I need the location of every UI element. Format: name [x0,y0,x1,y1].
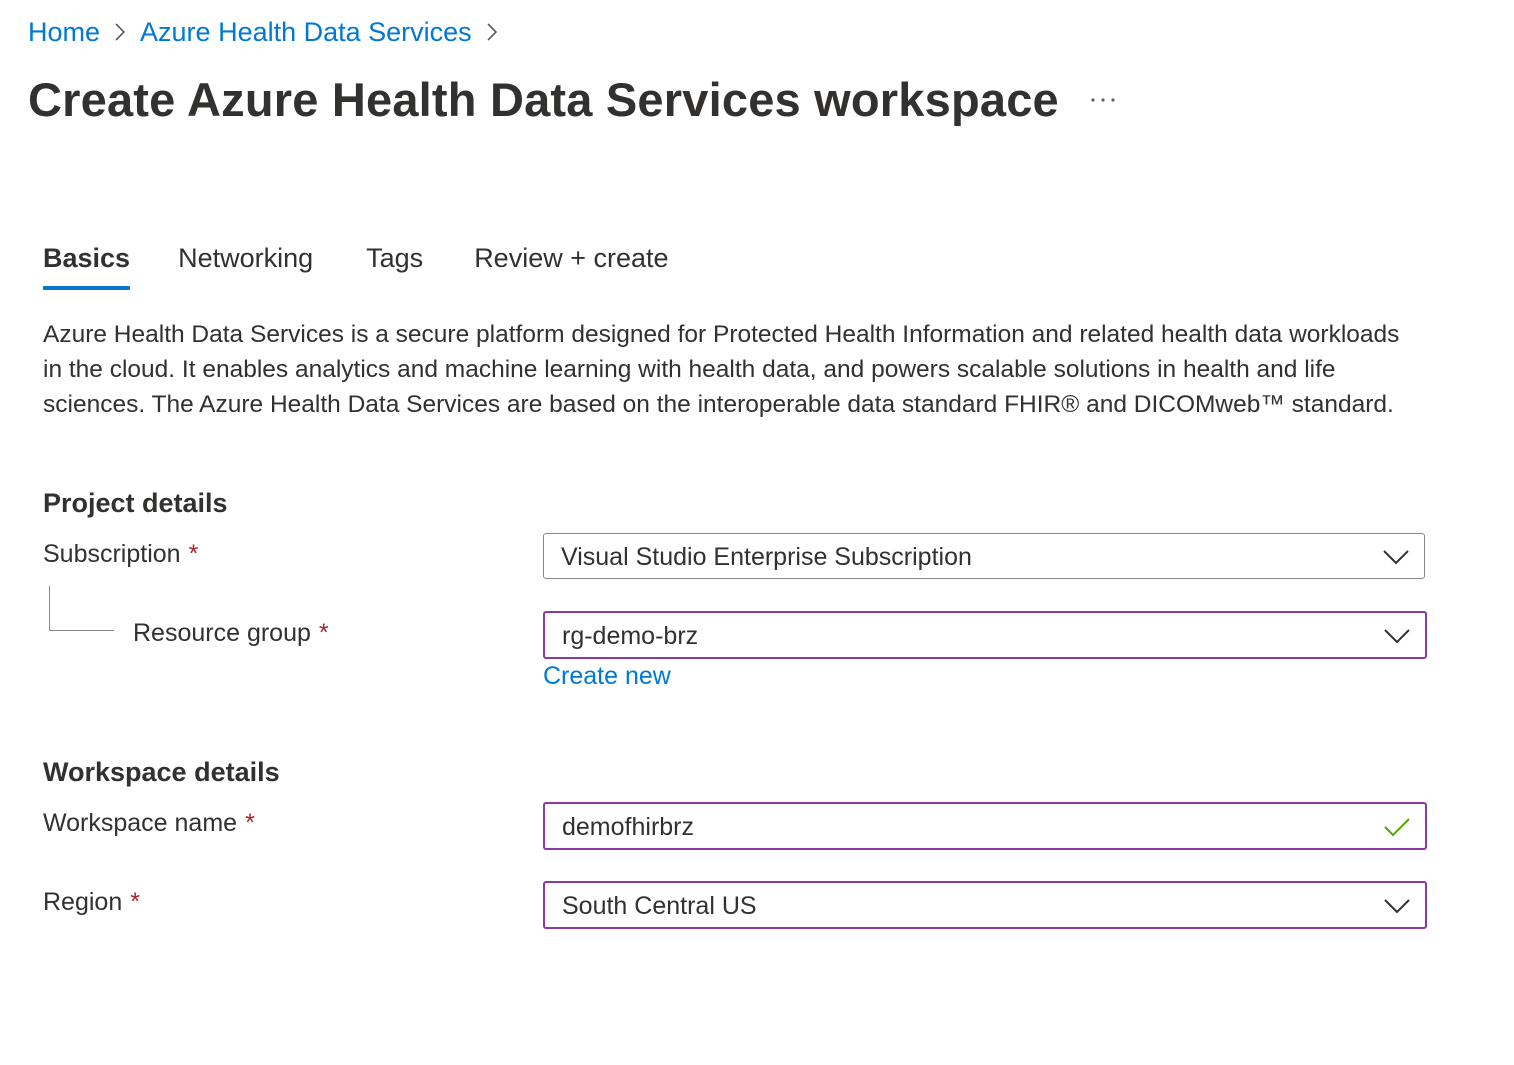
chevron-down-icon [1380,542,1412,572]
tab-tags[interactable]: Tags [366,236,423,282]
resource-group-label-text: Resource group [133,619,311,647]
workspace-name-label-text: Workspace name [43,809,238,837]
subscription-value: Visual Studio Enterprise Subscription [561,543,972,571]
required-indicator: * [188,540,199,568]
region-dropdown[interactable]: South Central US [543,881,1427,929]
workspace-name-field[interactable]: demofhirbrz [543,802,1427,850]
workspace-name-value[interactable]: demofhirbrz [562,804,694,848]
ellipsis-icon [1091,98,1115,102]
tab-review-create[interactable]: Review + create [474,236,668,282]
workspace-details-heading: Workspace details [43,757,280,787]
breadcrumb-ahds-link[interactable]: Azure Health Data Services [140,17,472,48]
project-details-heading: Project details [43,488,228,518]
page-title: Create Azure Health Data Services worksp… [28,72,1059,126]
intro-description: Azure Health Data Services is a secure p… [43,321,1400,418]
resource-group-label: Resource group * [133,619,329,648]
hierarchy-connector-line [49,586,114,631]
more-options-button[interactable] [1060,82,1146,118]
resource-group-value: rg-demo-brz [562,622,699,650]
chevron-right-icon [100,14,140,50]
tab-basics[interactable]: Basics [43,236,131,290]
tab-bar: Basics Networking Tags Review + create [43,236,669,294]
region-value: South Central US [562,892,757,920]
required-indicator: * [245,809,255,837]
chevron-right-icon [472,14,512,50]
create-workspace-page: Home Azure Health Data Services Create A… [0,0,1514,1065]
checkmark-icon [1381,812,1413,842]
required-indicator: * [318,619,329,647]
subscription-label: Subscription * [43,540,198,569]
breadcrumb: Home Azure Health Data Services [28,14,512,50]
region-label: Region * [43,888,140,917]
chevron-down-icon [1381,621,1413,651]
tab-networking[interactable]: Networking [178,236,313,282]
subscription-label-text: Subscription [43,540,181,568]
required-indicator: * [130,888,140,916]
title-row: Create Azure Health Data Services worksp… [28,66,1115,132]
workspace-name-label: Workspace name * [43,809,255,838]
breadcrumb-home-link[interactable]: Home [28,17,100,48]
region-label-text: Region [43,888,123,916]
create-new-resource-group-link[interactable]: Create new [543,662,671,691]
chevron-down-icon [1381,891,1413,921]
subscription-dropdown[interactable]: Visual Studio Enterprise Subscription [543,533,1425,579]
resource-group-dropdown[interactable]: rg-demo-brz [543,611,1427,659]
